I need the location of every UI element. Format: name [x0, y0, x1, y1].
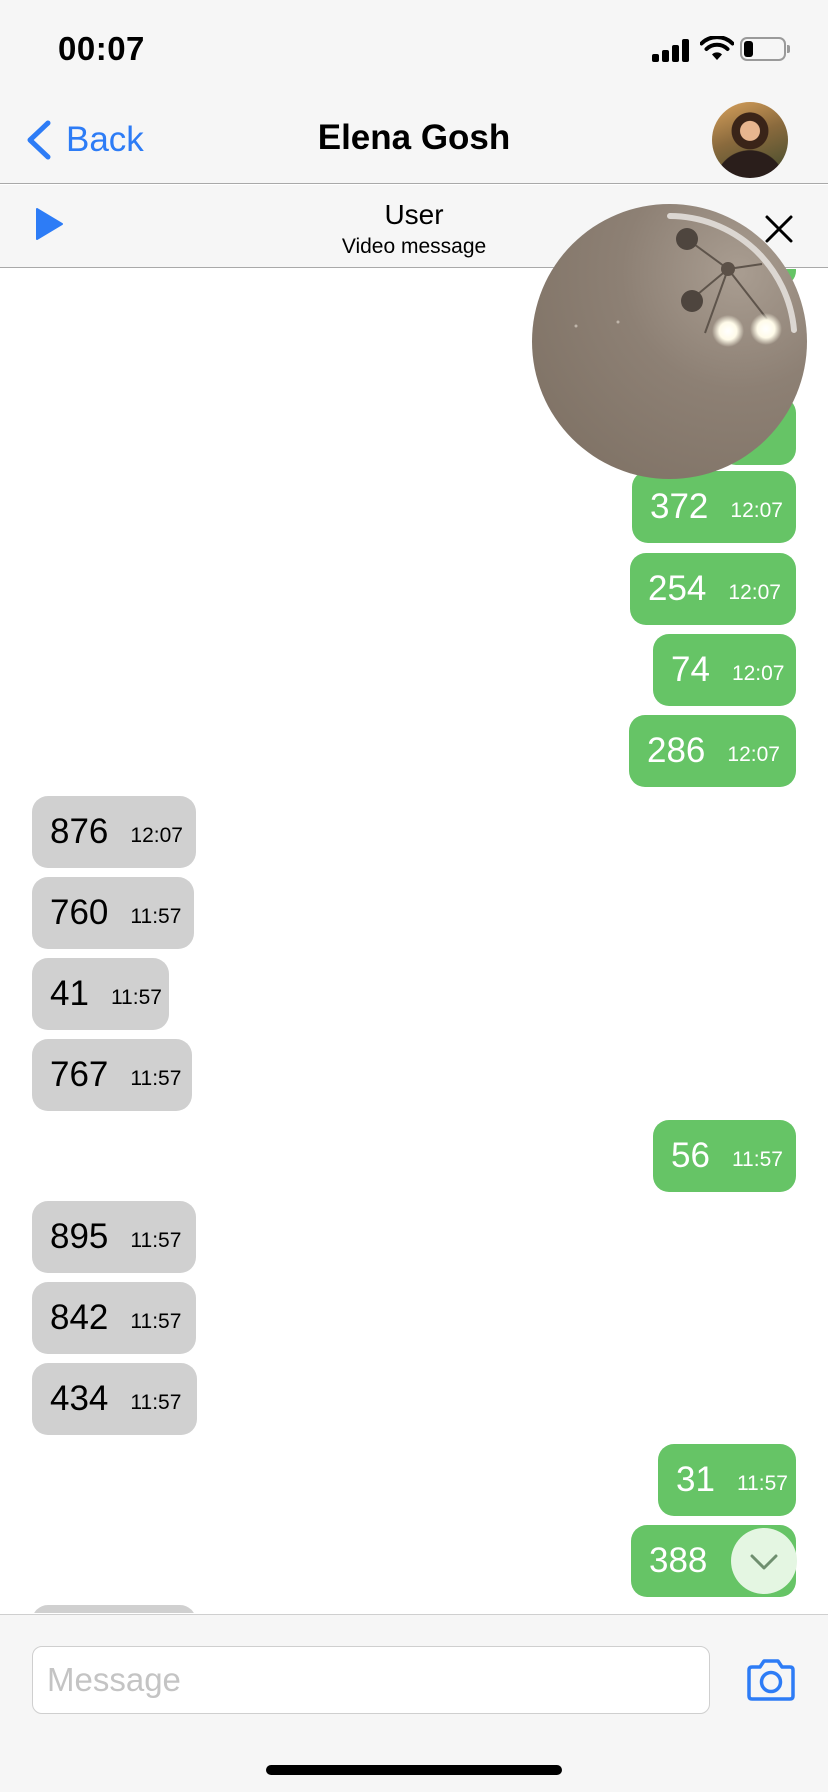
message-text: 876 — [50, 812, 109, 851]
message-bubble[interactable]: 56 11:57 — [653, 1120, 796, 1192]
message-text: 388 — [649, 1541, 708, 1580]
chat-title: Elena Gosh — [317, 118, 511, 157]
message-text: 372 — [650, 487, 709, 526]
close-icon[interactable] — [758, 208, 800, 250]
message-time: 11:57 — [731, 1148, 783, 1171]
message-bubble[interactable]: 254 12:07 — [630, 553, 796, 625]
message-bubble-partial[interactable] — [32, 1605, 196, 1613]
message-time: 11:57 — [130, 1391, 182, 1414]
message-time: 11:57 — [736, 1472, 788, 1495]
avatar[interactable] — [712, 102, 788, 178]
message-text: 895 — [50, 1217, 109, 1256]
message-bubble[interactable]: 842 11:57 — [32, 1282, 196, 1354]
message-bubble[interactable]: 286 12:07 — [629, 715, 796, 787]
composer-bar — [0, 1614, 828, 1792]
navigation-bar: Back Elena Gosh — [0, 96, 828, 184]
message-time: 11:57 — [130, 905, 182, 928]
message-bubble[interactable]: 372 12:07 — [632, 471, 796, 543]
message-time: 11:57 — [130, 1310, 182, 1333]
message-text: 760 — [50, 893, 109, 932]
message-time: 11:57 — [130, 1229, 182, 1252]
message-bubble[interactable]: 767 11:57 — [32, 1039, 192, 1111]
message-text: 767 — [50, 1055, 109, 1094]
message-time: 12:07 — [730, 499, 783, 522]
message-input[interactable] — [32, 1646, 710, 1714]
status-time: 00:07 — [58, 30, 145, 67]
message-time: 11:57 — [110, 986, 162, 1009]
message-time: 12:07 — [130, 824, 183, 847]
message-bubble[interactable]: 31 11:57 — [658, 1444, 796, 1516]
message-bubble[interactable]: 895 11:57 — [32, 1201, 196, 1273]
camera-icon[interactable] — [744, 1657, 798, 1703]
message-bubble[interactable]: 876 12:07 — [32, 796, 196, 868]
message-bubble[interactable]: 41 11:57 — [32, 958, 169, 1030]
message-bubble[interactable]: 760 11:57 — [32, 877, 194, 949]
status-bar: 00:07 — [0, 0, 828, 96]
home-indicator — [266, 1765, 562, 1775]
message-text: 286 — [647, 731, 706, 770]
message-text: 31 — [676, 1460, 715, 1499]
message-text: 41 — [50, 974, 89, 1013]
message-time: 11:57 — [130, 1067, 182, 1090]
message-time: 12:07 — [727, 743, 780, 766]
chevron-down-icon — [750, 1554, 778, 1570]
message-text: 842 — [50, 1298, 109, 1337]
wifi-icon — [700, 36, 734, 60]
message-text: 74 — [671, 650, 710, 689]
message-time: 12:07 — [728, 581, 781, 604]
message-text: 434 — [50, 1379, 109, 1418]
message-bubble[interactable]: 434 11:57 — [32, 1363, 197, 1435]
message-time: 12:07 — [731, 662, 785, 685]
message-bubble[interactable]: 74 12:07 — [653, 634, 796, 706]
message-text: 56 — [671, 1136, 710, 1175]
cellular-signal-icon — [652, 38, 690, 62]
message-text: 254 — [648, 569, 707, 608]
scroll-to-bottom-button[interactable] — [731, 1528, 797, 1594]
battery-icon — [740, 37, 790, 61]
